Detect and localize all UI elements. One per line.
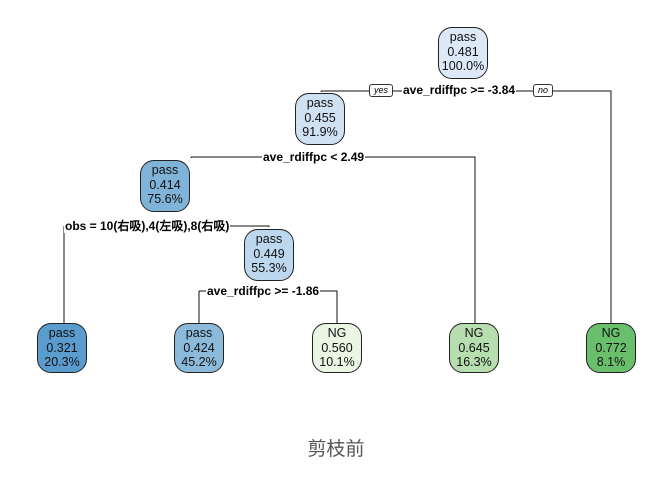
leaf-3-prob: 0.560 bbox=[321, 340, 353, 355]
figure-caption: 剪枝前 bbox=[307, 439, 365, 460]
node-2-prob: 0.455 bbox=[304, 110, 336, 125]
leaf-node-1: pass 0.321 20.3% bbox=[37, 323, 87, 373]
leaf-node-4: NG 0.645 16.3% bbox=[449, 323, 499, 373]
leaf-3-pct: 10.1% bbox=[319, 355, 355, 369]
leaf-3-class: NG bbox=[327, 326, 347, 340]
node-4: pass 0.414 75.6% bbox=[140, 160, 190, 212]
split-label-node-4: obs = 10(右吸),4(左吸),8(右吸) bbox=[64, 219, 231, 233]
leaf-2-prob: 0.424 bbox=[183, 340, 215, 355]
node-root-class: pass bbox=[449, 30, 477, 44]
yes-branch-tag: yes bbox=[369, 84, 394, 97]
leaf-5-prob: 0.772 bbox=[595, 340, 627, 355]
split-label-root: ave_rdiffpc >= -3.84 bbox=[402, 83, 517, 97]
split-label-node-2: ave_rdiffpc < 2.49 bbox=[262, 150, 366, 164]
node-9: pass 0.449 55.3% bbox=[244, 229, 294, 281]
leaf-5-class: NG bbox=[601, 326, 621, 340]
leaf-node-3: NG 0.560 10.1% bbox=[312, 323, 362, 373]
no-branch-tag: no bbox=[533, 84, 554, 97]
leaf-2-class: pass bbox=[185, 326, 213, 340]
node-4-prob: 0.414 bbox=[149, 177, 181, 192]
leaf-1-class: pass bbox=[48, 326, 76, 340]
leaf-1-prob: 0.321 bbox=[46, 340, 78, 355]
node-9-class: pass bbox=[255, 232, 283, 246]
node-4-pct: 75.6% bbox=[147, 192, 183, 206]
node-4-class: pass bbox=[151, 163, 179, 177]
node-root: pass 0.481 100.0% bbox=[438, 27, 488, 79]
leaf-4-class: NG bbox=[464, 326, 484, 340]
split-label-node-9: ave_rdiffpc >= -1.86 bbox=[206, 284, 321, 298]
leaf-4-prob: 0.645 bbox=[458, 340, 490, 355]
leaf-4-pct: 16.3% bbox=[456, 355, 492, 369]
node-9-prob: 0.449 bbox=[253, 246, 285, 261]
leaf-node-2: pass 0.424 45.2% bbox=[174, 323, 224, 373]
tree-connectors bbox=[63, 90, 612, 323]
node-2-pct: 91.9% bbox=[302, 125, 338, 139]
node-9-pct: 55.3% bbox=[251, 261, 287, 275]
node-root-pct: 100.0% bbox=[441, 59, 485, 73]
node-2-class: pass bbox=[306, 96, 334, 110]
leaf-node-5: NG 0.772 8.1% bbox=[586, 323, 636, 373]
leaf-5-pct: 8.1% bbox=[596, 355, 626, 369]
node-2: pass 0.455 91.9% bbox=[295, 93, 345, 145]
node-root-prob: 0.481 bbox=[447, 44, 479, 59]
leaf-1-pct: 20.3% bbox=[44, 355, 80, 369]
leaf-2-pct: 45.2% bbox=[181, 355, 217, 369]
